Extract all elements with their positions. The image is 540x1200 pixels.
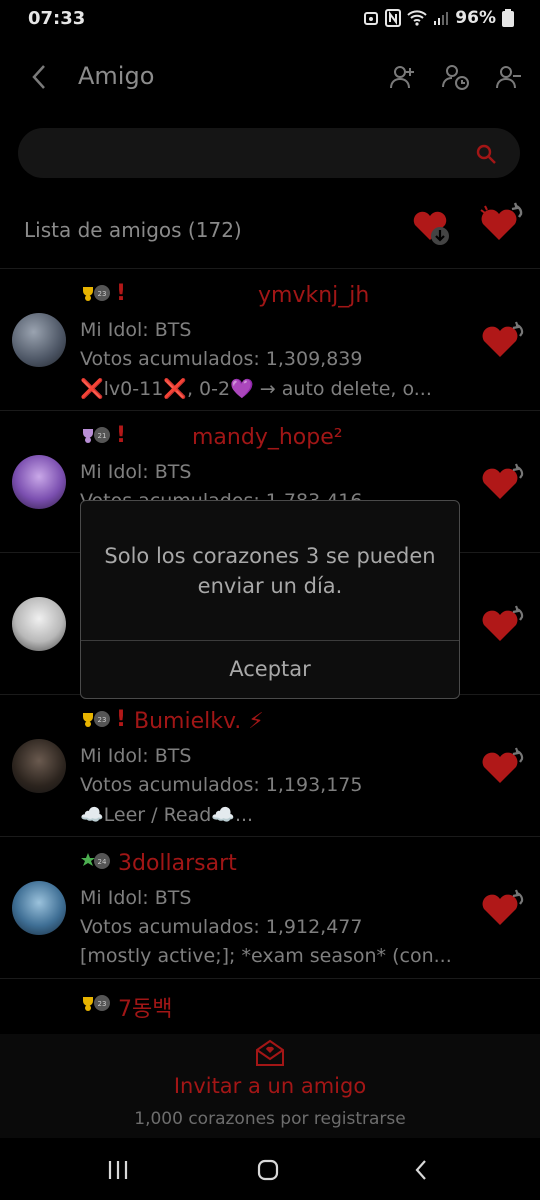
friend-requests-icon[interactable] [441, 62, 471, 92]
system-nav-bar [0, 1138, 540, 1200]
avatar[interactable] [12, 739, 66, 793]
send-heart-icon[interactable] [480, 461, 528, 505]
send-heart-icon[interactable] [480, 887, 528, 931]
back-arrow-icon[interactable] [28, 62, 52, 92]
friend-idol: Mi Idol: BTS [80, 887, 192, 909]
svg-text:21: 21 [98, 432, 107, 440]
avatar[interactable] [12, 313, 66, 367]
level-badge-icon: 24 [81, 853, 110, 869]
invite-friend-button[interactable]: Invitar a un amigo [0, 1074, 540, 1098]
page-title: Amigo [78, 62, 155, 90]
friend-row[interactable]: 24 3dollarsart Mi Idol: BTS Votos acumul… [0, 836, 540, 979]
send-heart-icon[interactable] [480, 603, 528, 647]
dialog-message: Solo los corazones 3 se pueden enviar un… [81, 541, 459, 601]
dialog-message-line1: Solo los corazones 3 se pueden [104, 544, 436, 568]
battery-percent: 96% [455, 8, 496, 28]
friend-name[interactable]: ymvknj_jh [258, 283, 369, 308]
level-badge-icon: 23 [83, 711, 110, 727]
remove-friend-icon[interactable] [494, 62, 524, 92]
friend-idol: Mi Idol: BTS [80, 319, 192, 341]
friend-name[interactable]: mandy_hope² [192, 425, 343, 450]
send-heart-icon[interactable] [480, 319, 528, 363]
level-badge-icon: 23 [83, 995, 110, 1011]
friend-idol: Mi Idol: BTS [80, 461, 192, 483]
invite-reward-text: 1,000 corazones por registrarse [134, 1109, 406, 1129]
friend-status: ☁️Leer / Read☁️... [80, 804, 254, 826]
warning-mark: ! [116, 423, 127, 448]
svg-text:23: 23 [98, 716, 107, 724]
recent-apps-icon[interactable] [106, 1158, 130, 1182]
alert-dialog: Solo los corazones 3 se pueden enviar un… [80, 500, 460, 699]
search-input[interactable] [18, 128, 520, 178]
home-icon[interactable] [256, 1158, 280, 1182]
svg-text:24: 24 [98, 858, 107, 866]
avatar[interactable] [12, 881, 66, 935]
friend-status: ❌lv0-11❌, 0-2💜 → auto delete, o... [80, 378, 432, 400]
warning-mark: ! [116, 281, 127, 306]
alarm-icon [364, 12, 379, 25]
svg-text:23: 23 [98, 290, 107, 298]
friend-votes: Votos acumulados: 1,912,477 [80, 916, 363, 938]
status-icons: 96% [363, 8, 514, 28]
signal-icon [434, 12, 449, 25]
search-icon[interactable] [474, 142, 498, 166]
avatar[interactable] [12, 455, 66, 509]
friend-votes: Votos acumulados: 1,193,175 [80, 774, 363, 796]
friend-status: [mostly active;]; *exam season* (con... [80, 945, 452, 967]
friend-votes: Votos acumulados: 1,309,839 [80, 348, 363, 370]
nfc-icon [385, 9, 402, 27]
add-friend-icon[interactable] [388, 62, 418, 92]
level-badge-icon: 23 [83, 285, 110, 301]
friend-name[interactable]: Bumielkv. ⚡ [134, 709, 264, 734]
friend-idol: Mi Idol: BTS [80, 745, 192, 767]
accept-button[interactable]: Aceptar [81, 641, 459, 698]
send-heart-icon[interactable] [480, 745, 528, 789]
battery-icon [502, 9, 514, 27]
level-badge-icon: 21 [83, 427, 110, 443]
friend-row[interactable]: 23 7동백 [0, 978, 540, 1035]
friend-name[interactable]: 7동백 [118, 991, 172, 1023]
svg-text:23: 23 [98, 1000, 107, 1008]
receive-all-hearts-icon[interactable] [410, 204, 454, 248]
send-all-hearts-icon[interactable] [475, 200, 527, 244]
friend-name[interactable]: 3dollarsart [118, 851, 237, 876]
status-bar: 07:33 96% [0, 0, 540, 40]
avatar[interactable] [12, 597, 66, 651]
friend-row[interactable]: 23 ! ymvknj_jh Mi Idol: BTS Votos acumul… [0, 268, 540, 411]
friends-list-title: Lista de amigos (172) [24, 218, 242, 242]
invite-envelope-icon[interactable] [254, 1038, 286, 1068]
status-time: 07:33 [28, 8, 86, 29]
warning-mark: ! [116, 707, 127, 732]
wifi-icon [407, 10, 427, 26]
back-icon[interactable] [410, 1158, 434, 1182]
friend-row[interactable]: 23 ! Bumielkv. ⚡ Mi Idol: BTS Votos acum… [0, 694, 540, 837]
dialog-message-line2: enviar un día. [197, 574, 343, 598]
